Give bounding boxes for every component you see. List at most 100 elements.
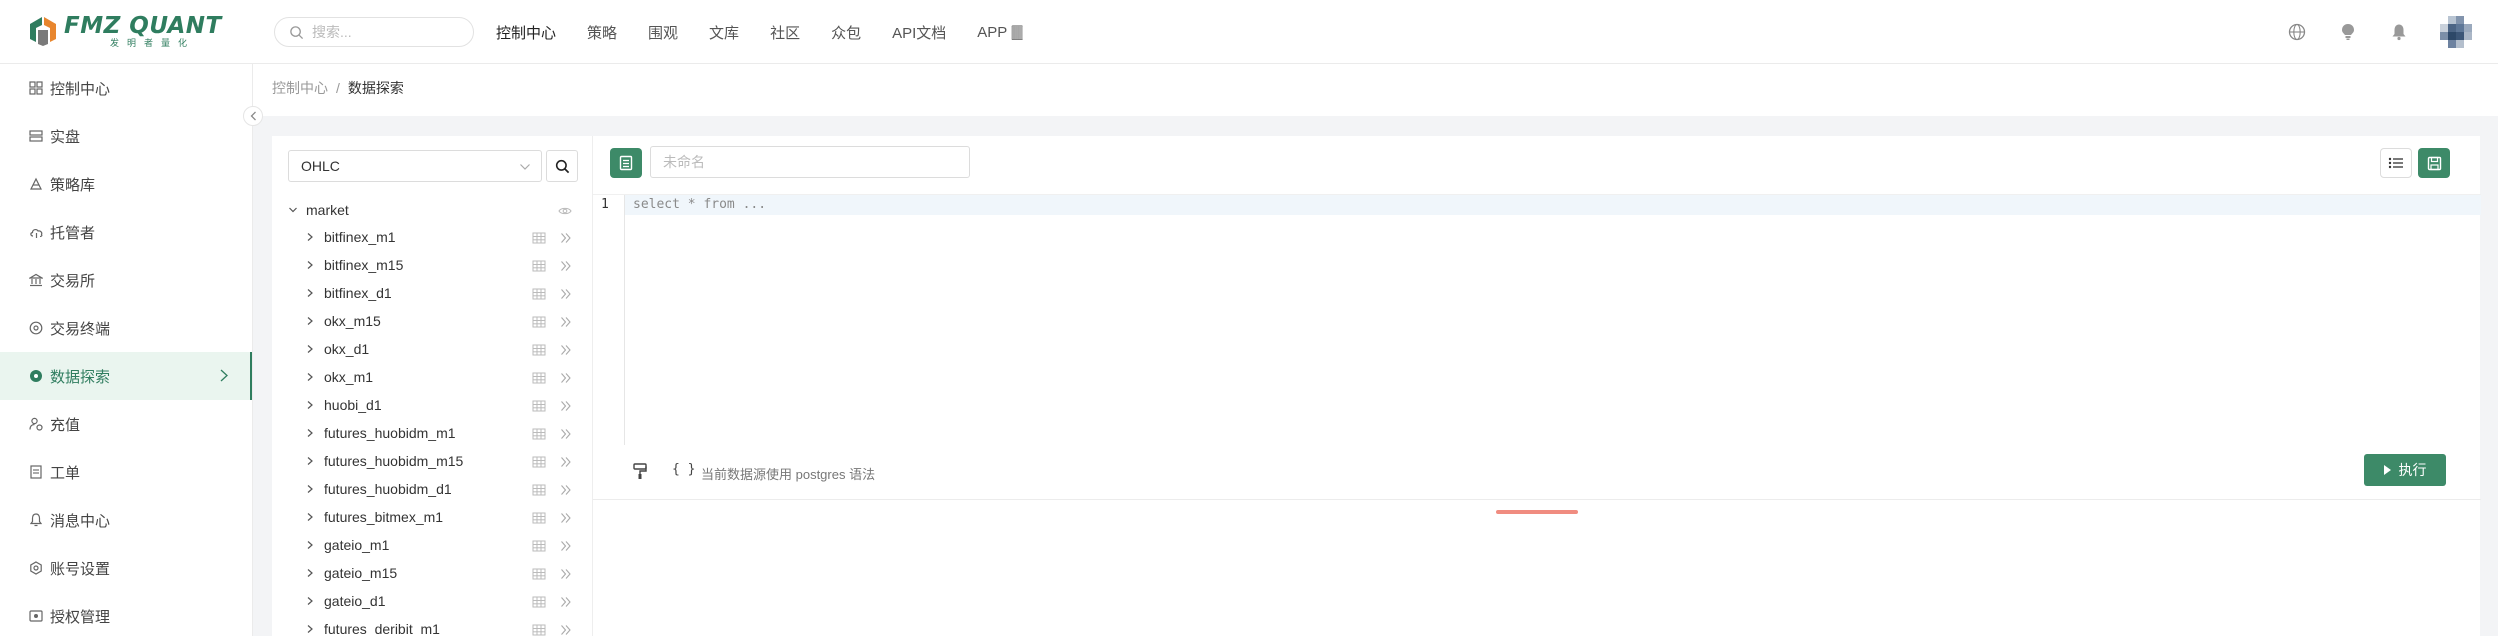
table-grid-icon[interactable] [532,399,546,415]
code-line[interactable]: select * from ... [633,197,766,212]
code-editor[interactable]: 1 select * from ... [593,194,2481,445]
table-grid-icon[interactable] [532,371,546,387]
resize-handle[interactable] [1496,510,1578,514]
sidebar-item-data-explore[interactable]: 数据探索 [0,352,252,400]
double-chevron-right-icon[interactable] [560,287,572,303]
sidebar-item-live[interactable]: 实盘 [0,112,252,160]
table-grid-icon[interactable] [532,595,546,611]
double-chevron-right-icon[interactable] [560,315,572,331]
table-grid-icon[interactable] [532,315,546,331]
nav-api-docs[interactable]: API文档 [892,22,946,43]
run-button[interactable]: 执行 [2364,454,2446,486]
breadcrumb-parent[interactable]: 控制中心 [272,80,328,96]
double-chevron-right-icon[interactable] [560,567,572,583]
table-grid-icon[interactable] [532,483,546,499]
avatar[interactable] [2440,16,2472,48]
sidebar-item-authorization[interactable]: 授权管理 [0,592,252,636]
sidebar-item-custodian[interactable]: 托管者 [0,208,252,256]
sidebar-item-strategy-library[interactable]: 策略库 [0,160,252,208]
chevron-right-icon [306,428,318,438]
nav-watch[interactable]: 围观 [648,22,678,43]
sidebar-item-terminal[interactable]: 交易终端 [0,304,252,352]
double-chevron-right-icon[interactable] [560,343,572,359]
tree-table-node[interactable]: okx_m15 [306,309,578,333]
sidebar-collapse-button[interactable] [243,106,263,126]
double-chevron-right-icon[interactable] [560,371,572,387]
nav-library[interactable]: 文库 [709,22,739,43]
eye-icon[interactable] [558,204,572,220]
tree-table-node[interactable]: okx_m1 [306,365,578,389]
table-grid-icon[interactable] [532,427,546,443]
sidebar-item-label: 策略库 [50,176,96,194]
bell-icon[interactable] [2389,22,2409,42]
logo-title: FMZ QUANT [64,13,222,39]
double-chevron-right-icon[interactable] [560,623,572,636]
double-chevron-right-icon[interactable] [560,455,572,471]
sidebar-item-control-center[interactable]: 控制中心 [0,64,252,112]
braces-icon[interactable]: { } [672,462,695,477]
save-query-button[interactable] [2418,148,2450,178]
sidebar-item-recharge[interactable]: 充值 [0,400,252,448]
nav-crowdsource[interactable]: 众包 [831,22,861,43]
chevron-right-icon [306,400,318,410]
double-chevron-right-icon[interactable] [560,427,572,443]
tree-table-node[interactable]: huobi_d1 [306,393,578,417]
dashboard-icon [28,80,44,96]
sidebar-item-messages[interactable]: 消息中心 [0,496,252,544]
syntax-hint: 当前数据源使用 postgres 语法 [701,467,876,482]
chevron-right-icon [306,568,318,578]
tree-table-node[interactable]: bitfinex_m15 [306,253,578,277]
query-name-input[interactable] [650,146,970,178]
search-input[interactable] [312,24,462,40]
tree-table-node[interactable]: futures_huobidm_d1 [306,477,578,501]
tree-table-label: futures_huobidm_m15 [324,453,464,469]
table-grid-icon[interactable] [532,343,546,359]
globe-icon[interactable] [2287,22,2307,42]
tree-table-node[interactable]: bitfinex_m1 [306,225,578,249]
tree-table-node[interactable]: gateio_m15 [306,561,578,585]
double-chevron-right-icon[interactable] [560,511,572,527]
double-chevron-right-icon[interactable] [560,595,572,611]
cloud-icon [28,224,44,240]
nav-control-center[interactable]: 控制中心 [496,22,556,43]
double-chevron-right-icon[interactable] [560,539,572,555]
table-grid-icon[interactable] [532,623,546,636]
tree-table-node[interactable]: futures_huobidm_m15 [306,449,578,473]
table-grid-icon[interactable] [532,287,546,303]
nav-strategy[interactable]: 策略 [587,22,617,43]
tree-table-node[interactable]: futures_bitmex_m1 [306,505,578,529]
tree-table-node[interactable]: bitfinex_d1 [306,281,578,305]
logo[interactable]: FMZ QUANT 发明者量化 [28,14,222,48]
tree-table-node[interactable]: okx_d1 [306,337,578,361]
double-chevron-right-icon[interactable] [560,259,572,275]
double-chevron-right-icon[interactable] [560,231,572,247]
sidebar-item-exchange[interactable]: 交易所 [0,256,252,304]
tree-table-node[interactable]: gateio_d1 [306,589,578,613]
format-brush-icon[interactable] [633,463,647,484]
table-grid-icon[interactable] [532,455,546,471]
tree-search-button[interactable] [546,150,578,182]
table-grid-icon[interactable] [532,567,546,583]
chevron-down-icon [519,160,531,176]
breadcrumb-current: 数据探索 [347,80,404,96]
query-list-toggle-button[interactable] [610,148,642,178]
global-search[interactable] [274,17,474,47]
sidebar-item-tickets[interactable]: 工单 [0,448,252,496]
table-grid-icon[interactable] [532,539,546,555]
double-chevron-right-icon[interactable] [560,483,572,499]
sidebar-item-account-settings[interactable]: 账号设置 [0,544,252,592]
tree-root-node[interactable]: market [288,198,578,222]
tree-table-node[interactable]: futures_huobidm_m1 [306,421,578,445]
double-chevron-right-icon[interactable] [560,399,572,415]
query-history-button[interactable] [2380,148,2412,178]
table-grid-icon[interactable] [532,511,546,527]
nav-app[interactable]: APP 🀫 [977,24,1023,41]
nav-community[interactable]: 社区 [770,22,800,43]
tree-table-node[interactable]: gateio_m1 [306,533,578,557]
tree-table-node[interactable]: futures_deribit_m1 [306,617,578,636]
table-grid-icon[interactable] [532,231,546,247]
datasource-select[interactable]: OHLC [288,150,542,182]
table-grid-icon[interactable] [532,259,546,275]
table-tree-panel: OHLC market bitfinex_m1 bitfinex_m15bitfi… [272,136,592,636]
lightbulb-icon[interactable] [2338,22,2358,42]
